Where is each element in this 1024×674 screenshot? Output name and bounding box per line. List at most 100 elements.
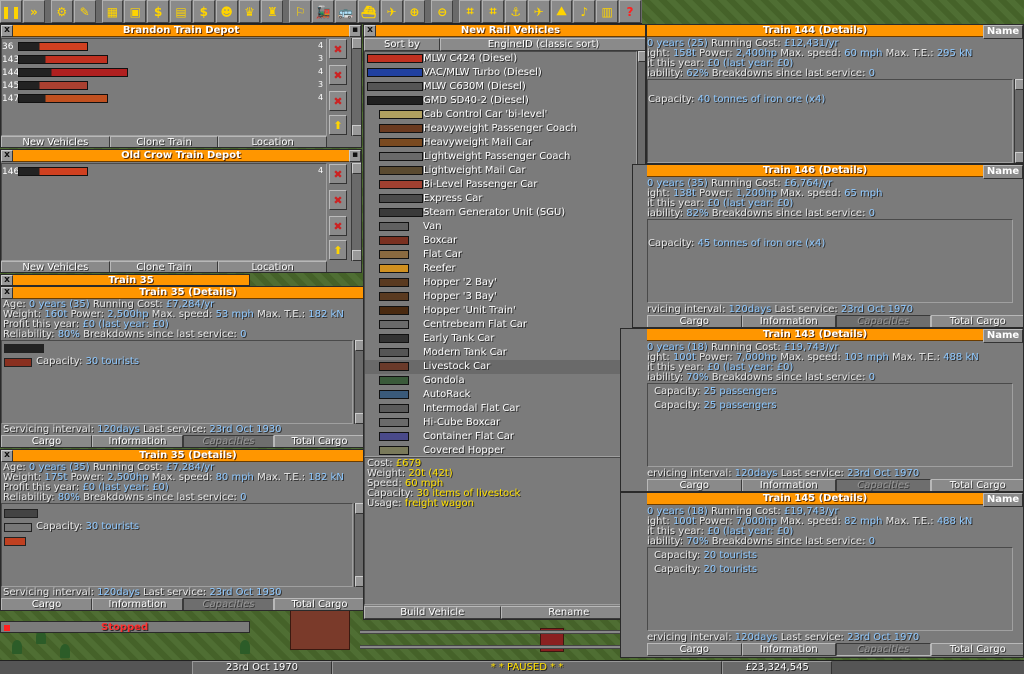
- vehicle-list-item[interactable]: Hopper '2 Bay': [365, 276, 636, 290]
- vehicle-detail-list[interactable]: Capacity: 30 tourists: [1, 340, 353, 424]
- tab-total-cargo[interactable]: Total Cargo: [274, 435, 363, 447]
- map-icon[interactable]: ▦: [101, 0, 124, 23]
- window-title[interactable]: Train 35 (Details): [13, 287, 363, 299]
- vehicle-detail-list[interactable]: Capacity: 45 tonnes of iron ore (x4): [647, 219, 1013, 303]
- vehicle-list-item[interactable]: Hopper 'Unit Train': [365, 304, 636, 318]
- vehicle-list-item[interactable]: Reefer: [365, 262, 636, 276]
- build-rail-icon[interactable]: ⌗: [459, 0, 482, 23]
- vertical-scrollbar[interactable]: [351, 163, 361, 261]
- subsidies-icon[interactable]: $: [147, 0, 170, 23]
- rename-train-button[interactable]: Name: [983, 25, 1023, 39]
- train-sprite[interactable]: [18, 54, 108, 64]
- close-icon[interactable]: x: [1, 450, 13, 462]
- company-icon[interactable]: ☻: [215, 0, 238, 23]
- sell-vehicle-button[interactable]: ✖: [329, 65, 347, 85]
- train-sprite[interactable]: [18, 166, 88, 176]
- sticky-icon[interactable]: ▪: [349, 25, 361, 37]
- depot-row[interactable]: 146 4: [2, 166, 326, 178]
- tab-information[interactable]: Information: [741, 479, 836, 491]
- vehicle-list-item[interactable]: Van: [365, 220, 636, 234]
- close-icon[interactable]: x: [1, 25, 13, 37]
- depot-row[interactable]: 143 3: [2, 54, 326, 66]
- music-icon[interactable]: ♪: [573, 0, 596, 23]
- clone-train-button[interactable]: Clone Train: [109, 261, 219, 272]
- vehicle-list-item[interactable]: Lightweight Passenger Coach: [365, 150, 636, 164]
- tab-cargo[interactable]: Cargo: [1, 598, 92, 610]
- industry-icon[interactable]: ⚐: [289, 0, 312, 23]
- settings-icon[interactable]: ⚙: [50, 0, 73, 23]
- build-airport-icon[interactable]: ✈: [527, 0, 550, 23]
- town-directory-icon[interactable]: ▣: [124, 0, 147, 23]
- depot-vehicle-list[interactable]: 146 4: [1, 163, 327, 261]
- location-button[interactable]: Location: [218, 136, 328, 147]
- new-vehicles-button[interactable]: New Vehicles: [1, 261, 110, 272]
- tab-total-cargo[interactable]: Total Cargo: [930, 315, 1023, 327]
- vehicle-list-item[interactable]: Livestock Car: [365, 360, 636, 374]
- window-title[interactable]: Train 143 (Details): [647, 329, 983, 341]
- rename-button[interactable]: Rename: [500, 606, 637, 619]
- tab-capacities[interactable]: Capacities: [183, 598, 274, 610]
- sell-vehicle-button[interactable]: ✖: [329, 39, 347, 59]
- vehicle-detail-list[interactable]: Capacity: 40 tonnes of iron ore (x4): [647, 79, 1013, 163]
- ship-list-icon[interactable]: ⛴: [357, 0, 380, 23]
- pause-icon[interactable]: ❚❚: [0, 0, 22, 23]
- league-icon[interactable]: ♜: [261, 0, 284, 23]
- vehicle-list-item[interactable]: Covered Hopper: [365, 444, 636, 456]
- tab-total-cargo[interactable]: Total Cargo: [274, 598, 363, 610]
- train-list-icon[interactable]: 🚂: [312, 0, 334, 23]
- vehicle-list-item[interactable]: Hi-Cube Boxcar: [365, 416, 636, 430]
- vehicle-list[interactable]: MLW C424 (Diesel) VAC/MLW Turbo (Diesel) M…: [364, 51, 637, 457]
- tab-capacities[interactable]: Capacities: [183, 435, 274, 447]
- vehicle-detail-list[interactable]: Capacity: 25 passengers Capacity: 25 pas…: [647, 383, 1013, 467]
- tab-cargo[interactable]: Cargo: [647, 643, 742, 656]
- close-icon[interactable]: x: [1, 150, 13, 162]
- vehicle-list-item[interactable]: Modern Tank Car: [365, 346, 636, 360]
- sell-vehicle-button[interactable]: ✖: [329, 190, 347, 210]
- new-vehicles-button[interactable]: New Vehicles: [1, 136, 110, 147]
- vehicle-list-item[interactable]: MLW C630M (Diesel): [365, 80, 636, 94]
- rail-track[interactable]: [360, 630, 620, 634]
- tab-information[interactable]: Information: [92, 435, 183, 447]
- vehicle-detail-list[interactable]: Capacity: 30 tourists: [1, 503, 353, 587]
- vehicle-list-item[interactable]: Container Flat Car: [365, 430, 636, 444]
- rename-train-button[interactable]: Name: [983, 493, 1023, 507]
- build-vehicle-button[interactable]: Build Vehicle: [364, 606, 501, 619]
- vehicle-list-item[interactable]: Bi-Level Passenger Car: [365, 178, 636, 192]
- tab-capacities[interactable]: Capacities: [836, 315, 931, 327]
- tab-cargo[interactable]: Cargo: [1, 435, 92, 447]
- train-sprite[interactable]: [18, 67, 128, 77]
- close-icon[interactable]: x: [1, 275, 13, 285]
- sort-criteria-dropdown[interactable]: EngineID (classic sort): [440, 38, 645, 51]
- vehicle-detail-list[interactable]: Capacity: 20 tourists Capacity: 20 touri…: [647, 547, 1013, 631]
- vehicle-list-item[interactable]: MLW C424 (Diesel): [365, 52, 636, 66]
- close-icon[interactable]: x: [1, 287, 13, 299]
- tab-capacities[interactable]: Capacities: [836, 643, 931, 656]
- vehicle-list-item[interactable]: VAC/MLW Turbo (Diesel): [365, 66, 636, 80]
- news-ticker[interactable]: * * PAUSED * *: [332, 661, 722, 674]
- rename-train-button[interactable]: Name: [983, 329, 1023, 343]
- depot-row[interactable]: 145 3: [2, 80, 326, 92]
- build-road-icon[interactable]: ⌗: [482, 0, 504, 23]
- sell-all-button[interactable]: ⬆: [329, 240, 347, 260]
- vehicle-list-item[interactable]: Heavyweight Mail Car: [365, 136, 636, 150]
- train-sprite[interactable]: [18, 80, 88, 90]
- vehicle-list-item[interactable]: GMD SD40-2 (Diesel): [365, 94, 636, 108]
- window-title[interactable]: Brandon Train Depot: [13, 25, 349, 37]
- vehicle-list-item[interactable]: Heavyweight Passenger Coach: [365, 122, 636, 136]
- build-dock-icon[interactable]: ⚓: [504, 0, 527, 23]
- vehicle-list-item[interactable]: Express Car: [365, 192, 636, 206]
- depot-row[interactable]: 36 4: [2, 41, 326, 53]
- depot-row[interactable]: 144 4: [2, 67, 326, 79]
- sell-vehicle-button[interactable]: ✖: [329, 164, 347, 184]
- road-vehicle-list-icon[interactable]: 🚌: [334, 0, 357, 23]
- window-title[interactable]: Old Crow Train Depot: [13, 150, 349, 162]
- window-title[interactable]: Train 144 (Details): [647, 25, 983, 37]
- train-sprite[interactable]: [18, 41, 88, 51]
- sort-order-button[interactable]: Sort by: [364, 38, 440, 51]
- sticky-icon[interactable]: ▪: [349, 150, 361, 162]
- tab-cargo[interactable]: Cargo: [647, 315, 742, 327]
- tab-total-cargo[interactable]: Total Cargo: [930, 479, 1023, 491]
- window-title[interactable]: Train 146 (Details): [647, 165, 983, 177]
- close-icon[interactable]: x: [364, 25, 376, 37]
- vehicle-list-item[interactable]: Hopper '3 Bay': [365, 290, 636, 304]
